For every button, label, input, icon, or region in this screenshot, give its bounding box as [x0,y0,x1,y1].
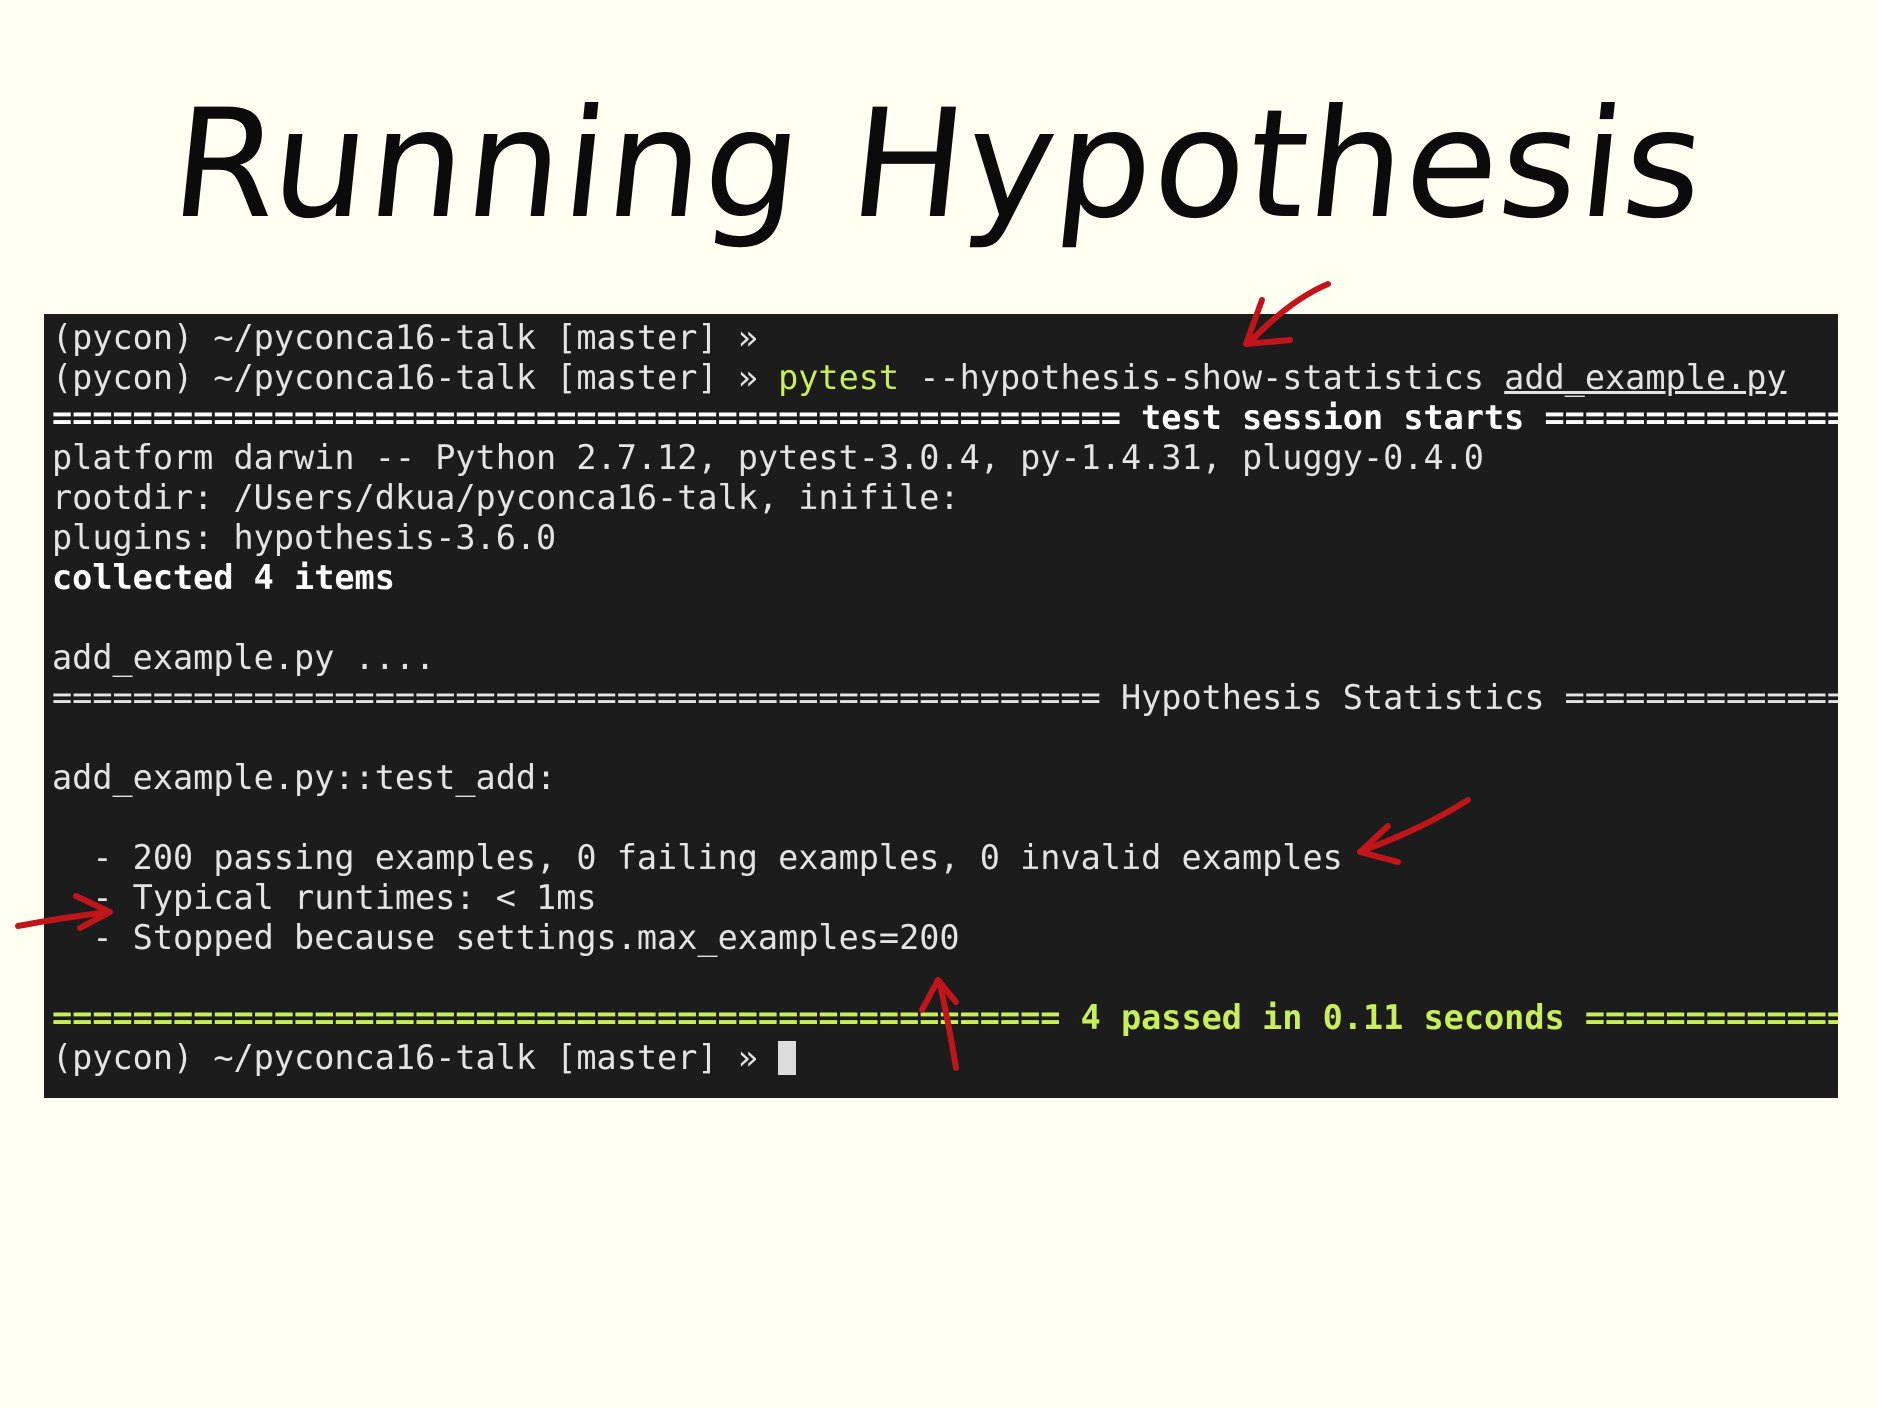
terminal-line-collected: collected 4 items [52,558,395,597]
rule-left: ========================================… [52,398,1121,437]
rule-right: ================== [1584,998,1838,1037]
terminal-line-plugins: plugins: hypothesis-3.6.0 [52,518,557,557]
rule-left: ========================================… [52,678,1101,717]
terminal-line-statistics-header: ========================================… [52,678,1838,718]
rule-left: ========================================… [52,998,1061,1037]
slide-title: Running Hypothesis [164,78,1714,252]
terminal-line-typical-runtimes: - Typical runtimes: < 1ms [52,878,597,917]
terminal-line-test-name: add_example.py::test_add: [52,758,557,797]
terminal-line-prompt-final: (pycon) ~/pyconca16-talk [master] » [52,1038,797,1078]
shell-prompt: (pycon) ~/pyconca16-talk [master] » [52,318,758,357]
terminal-line-platform: platform darwin -- Python 2.7.12, pytest… [52,438,1484,477]
section-heading: test session starts [1141,398,1525,437]
rule-right: ================== [1544,398,1838,437]
command-name: pytest [778,358,900,397]
terminal-line-test-file: add_example.py .... [52,638,436,677]
terminal-line-rootdir: rootdir: /Users/dkua/pyconca16-talk, ini… [52,478,960,517]
terminal-line-command: (pycon) ~/pyconca16-talk [master] » pyte… [52,358,1787,398]
terminal-line-result: ========================================… [52,998,1838,1038]
terminal-line-session-header: ========================================… [52,398,1838,438]
section-heading: Hypothesis Statistics [1120,678,1545,717]
terminal-line-stopped-because: - Stopped because settings.max_examples=… [52,918,960,957]
cursor-block[interactable] [778,1041,797,1075]
result-summary: 4 passed in 0.11 seconds [1080,998,1565,1037]
terminal-window[interactable]: (pycon) ~/pyconca16-talk [master] » (pyc… [44,314,1838,1098]
shell-prompt: (pycon) ~/pyconca16-talk [master] » [52,1038,758,1077]
terminal-line-prompt-1: (pycon) ~/pyconca16-talk [master] » [52,318,758,358]
command-args: --hypothesis-show-statistics [919,358,1484,397]
rule-right: ================== [1564,678,1838,717]
command-file: add_example.py [1504,358,1787,397]
terminal-line-passing-examples: - 200 passing examples, 0 failing exampl… [52,838,1343,877]
shell-prompt: (pycon) ~/pyconca16-talk [master] » [52,358,758,397]
